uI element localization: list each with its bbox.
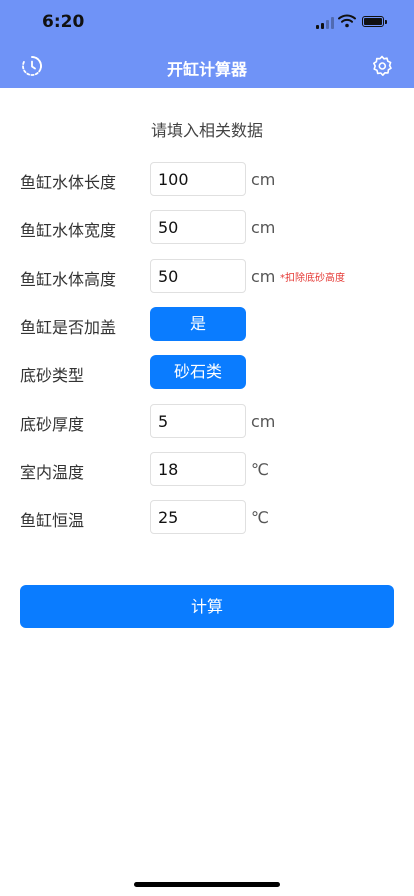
substrate-type-row: 底砂类型 砂石类 <box>0 355 414 391</box>
lid-row: 鱼缸是否加盖 是 <box>0 307 414 343</box>
width-label: 鱼缸水体宽度 <box>20 221 117 240</box>
width-row: 鱼缸水体宽度 cm <box>0 210 414 246</box>
substrate-thickness-label: 底砂厚度 <box>20 415 85 434</box>
substrate-type-label: 底砂类型 <box>20 366 85 385</box>
status-bar: 6:20 <box>0 0 414 44</box>
room-temp-row: 室内温度 ℃ <box>0 452 414 488</box>
home-indicator[interactable] <box>134 882 280 887</box>
room-temp-input[interactable] <box>150 452 246 486</box>
status-time: 6:20 <box>42 12 85 32</box>
height-input[interactable] <box>150 259 246 293</box>
tank-temp-row: 鱼缸恒温 ℃ <box>0 500 414 536</box>
navbar: 开缸计算器 <box>0 44 414 88</box>
form-title: 请填入相关数据 <box>150 121 263 140</box>
tank-temp-input[interactable] <box>150 500 246 534</box>
lid-toggle-button[interactable]: 是 <box>150 307 246 341</box>
height-label: 鱼缸水体高度 <box>20 270 117 289</box>
battery-icon <box>362 16 387 27</box>
height-note: *扣除底砂高度 <box>280 273 345 284</box>
settings-icon[interactable] <box>370 54 394 78</box>
room-temp-unit: ℃ <box>251 460 269 479</box>
length-unit: cm <box>251 170 276 189</box>
calculate-button[interactable]: 计算 <box>20 585 394 628</box>
tank-temp-unit: ℃ <box>251 508 269 527</box>
height-row: 鱼缸水体高度 cm *扣除底砂高度 <box>0 259 414 295</box>
length-input[interactable] <box>150 162 246 196</box>
top-bar: 6:20 开缸计算器 <box>0 0 414 88</box>
length-row: 鱼缸水体长度 cm <box>0 162 414 198</box>
cellular-signal-icon <box>316 17 336 29</box>
length-label: 鱼缸水体长度 <box>20 173 117 192</box>
height-unit: cm <box>251 267 276 286</box>
page-title: 开缸计算器 <box>166 60 247 79</box>
substrate-thickness-unit: cm <box>251 412 276 431</box>
substrate-thickness-row: 底砂厚度 cm <box>0 404 414 440</box>
room-temp-label: 室内温度 <box>20 463 85 482</box>
substrate-thickness-input[interactable] <box>150 404 246 438</box>
wifi-icon <box>338 14 356 28</box>
tank-temp-label: 鱼缸恒温 <box>20 511 85 530</box>
width-input[interactable] <box>150 210 246 244</box>
substrate-type-button[interactable]: 砂石类 <box>150 355 246 389</box>
lid-label: 鱼缸是否加盖 <box>20 318 117 337</box>
width-unit: cm <box>251 218 276 237</box>
